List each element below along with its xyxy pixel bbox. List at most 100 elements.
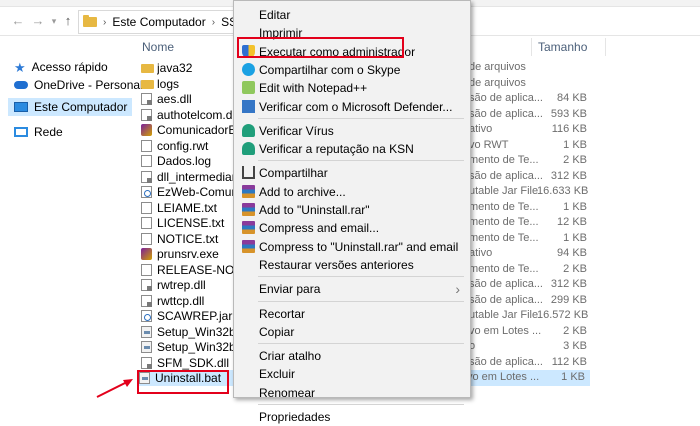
file-size: 112 KB xyxy=(551,355,587,368)
highlight-box-file xyxy=(137,370,229,394)
menu-item[interactable]: Recortar xyxy=(234,305,470,323)
breadcrumb-chevron-icon: › xyxy=(103,16,107,28)
file-name: NOTICE.txt xyxy=(157,231,219,246)
file-exe-icon xyxy=(141,124,152,136)
file-size: 312 KB xyxy=(550,278,587,290)
menu-item[interactable]: Copiar xyxy=(234,323,470,341)
file-size: 312 KB xyxy=(550,169,587,182)
file-name: java32 xyxy=(157,61,193,75)
pointer-arrow-icon xyxy=(96,379,133,398)
menu-item-label: Renomear xyxy=(259,385,316,400)
menu-separator xyxy=(258,343,464,345)
file-size: 1 KB xyxy=(561,371,585,383)
menu-item-label: Compartilhar xyxy=(259,166,328,181)
menu-item[interactable]: Edit with Notepad++ xyxy=(234,79,470,97)
file-name: authotelcom.dll xyxy=(157,107,238,122)
nav-item[interactable]: Rede xyxy=(14,123,63,141)
back-arrow-icon[interactable]: ← xyxy=(8,11,28,31)
file-name: aes.dll xyxy=(157,92,192,106)
file-size: 16.572 KB xyxy=(537,309,589,321)
file-name: SFM_SDK.dll xyxy=(157,355,230,370)
menu-item[interactable]: Renomear xyxy=(234,384,470,402)
file-size: 2 KB xyxy=(563,324,587,337)
menu-separator xyxy=(258,300,464,302)
menu-item-label: Criar atalho xyxy=(259,349,322,364)
menu-item-label: Verificar Vírus xyxy=(259,123,334,138)
nav-item-label: Rede xyxy=(34,125,63,139)
winrar-icon xyxy=(242,221,255,235)
file-name: rwttcp.dll xyxy=(157,293,205,308)
file-doc-icon xyxy=(141,217,152,229)
nav-item[interactable]: Este Computador xyxy=(8,98,132,116)
file-bat-icon xyxy=(141,341,152,353)
file-name: RELEASE-NOTES.txt xyxy=(157,262,241,277)
file-jar-icon xyxy=(141,310,152,322)
file-doc-icon xyxy=(141,139,152,152)
file-dll-icon xyxy=(141,279,152,291)
breadcrumb-chevron-icon: › xyxy=(211,16,216,28)
file-size: 3 KB xyxy=(563,340,587,352)
menu-item-label: Verificar a reputação na KSN xyxy=(259,142,414,157)
up-arrow-icon[interactable]: ↑ xyxy=(58,11,78,31)
menu-item[interactable]: Compartilhar xyxy=(234,164,470,182)
nav-item[interactable]: ★ Acesso rápido xyxy=(14,58,108,76)
menu-separator xyxy=(258,276,464,278)
nav-item-label: OneDrive - Personal xyxy=(34,78,143,92)
defender-icon xyxy=(242,99,255,113)
column-divider[interactable] xyxy=(531,38,532,56)
notepad-plus-plus-icon xyxy=(242,81,255,95)
file-folder-icon xyxy=(141,64,154,73)
breadcrumb-root[interactable]: Este Computador xyxy=(112,15,205,29)
file-name: Setup_Win32bit xyxy=(157,340,241,354)
menu-item[interactable]: Editar xyxy=(234,6,470,24)
column-header-size[interactable]: Tamanho xyxy=(538,40,587,54)
menu-item[interactable]: Propriedades xyxy=(234,408,470,426)
menu-item[interactable]: Compress and email... xyxy=(234,219,470,237)
file-size: 1 KB xyxy=(563,138,587,151)
menu-item[interactable]: Verificar com o Microsoft Defender... xyxy=(234,98,470,116)
context-menu: Editar Imprimir Executar como administrado… xyxy=(233,0,471,424)
menu-item[interactable]: Add to "Uninstall.rar" xyxy=(234,201,470,219)
menu-item[interactable]: Excluir xyxy=(234,365,470,383)
menu-item[interactable]: Enviar para › xyxy=(234,280,470,298)
menu-item-label: Compress and email... xyxy=(259,221,380,236)
file-size: 593 KB xyxy=(550,107,587,120)
file-name: EzWeb-Comunicad xyxy=(157,185,241,199)
column-header-name[interactable]: Nome xyxy=(142,40,174,54)
menu-item-label: Copiar xyxy=(259,324,295,339)
column-divider[interactable] xyxy=(605,38,606,56)
file-bat-icon xyxy=(141,325,152,338)
file-name: config.rwt xyxy=(157,138,209,153)
file-name: logs xyxy=(157,76,180,91)
cloud-icon xyxy=(14,81,28,89)
file-size: 16.633 KB xyxy=(537,185,589,197)
file-doc-icon xyxy=(141,201,152,214)
network-icon xyxy=(14,127,28,137)
menu-item-label: Verificar com o Microsoft Defender... xyxy=(259,99,453,114)
nav-item-label: Este Computador xyxy=(34,100,128,114)
menu-separator xyxy=(258,117,464,119)
menu-item-label: Propriedades xyxy=(259,410,331,424)
nav-item-label: Acesso rápido xyxy=(31,60,108,74)
file-size: 84 KB xyxy=(557,92,587,104)
menu-item-label: Editar xyxy=(259,8,291,22)
file-name: rwtrep.dll xyxy=(157,278,206,292)
file-name: LEIAME.txt xyxy=(157,200,218,215)
menu-item[interactable]: Restaurar versões anteriores xyxy=(234,256,470,274)
winrar-icon xyxy=(242,203,255,216)
menu-item[interactable]: Compress to "Uninstall.rar" and email xyxy=(234,238,470,256)
menu-item[interactable]: Verificar a reputação na KSN xyxy=(234,140,470,158)
menu-item[interactable]: Verificar Vírus xyxy=(234,122,470,140)
file-dll-icon xyxy=(141,356,152,369)
menu-item[interactable]: Compartilhar com o Skype xyxy=(234,61,470,79)
menu-item[interactable]: Criar atalho xyxy=(234,347,470,365)
file-name: ComunicadorEzWe xyxy=(157,123,241,137)
file-doc-icon xyxy=(141,155,152,167)
kaspersky-icon xyxy=(242,123,255,137)
file-name: prunsrv.exe xyxy=(157,247,219,261)
menu-item[interactable]: Add to archive... xyxy=(234,183,470,201)
skype-icon xyxy=(242,62,255,76)
file-name: dll_intermediaria.dl xyxy=(157,169,241,184)
nav-item[interactable]: OneDrive - Personal xyxy=(14,76,143,94)
file-size: 2 KB xyxy=(563,154,587,166)
